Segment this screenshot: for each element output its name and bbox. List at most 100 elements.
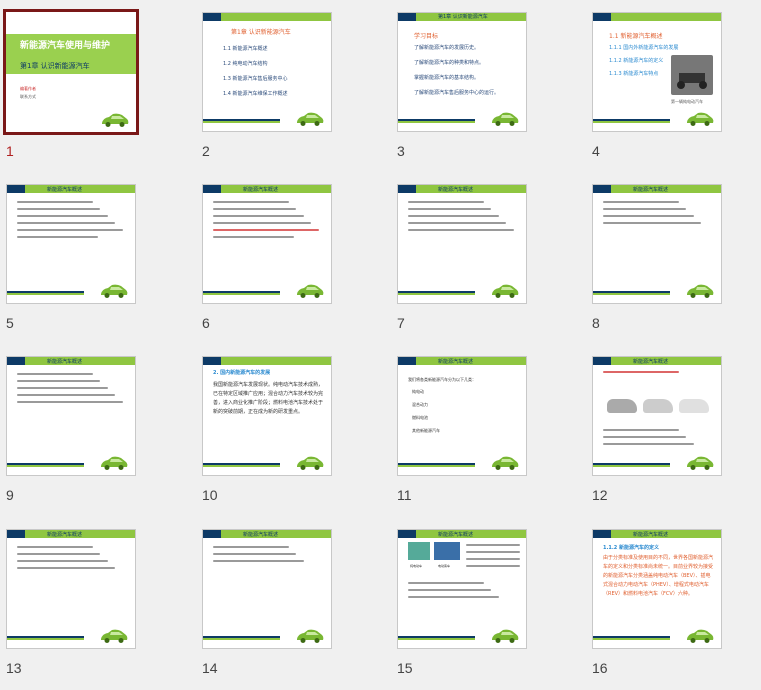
- slide-header-title: 新能源汽车概述: [438, 532, 474, 538]
- slide-number: 2: [202, 143, 210, 159]
- slide-body: 由于分类标准及使用目的不同，世界各国新能源汽车的定义和分类标准尚未统一。目前业界…: [603, 555, 714, 597]
- slide-preview[interactable]: 新能源汽车使用与维护 第1章 认识新能源汽车 编著作者 联系方式: [3, 9, 139, 135]
- green-car-icon: [687, 284, 714, 298]
- bus-photo: [434, 542, 460, 560]
- slide-heading: 第1章 认识新能源汽车: [231, 29, 291, 36]
- slide-preview[interactable]: 新能源汽车概述: [397, 184, 527, 304]
- slide-preview[interactable]: 第1章 认识新能源汽车 1.1 新能源汽车概述 1.2 纯电动汽车结构 1.3 新能源…: [202, 12, 332, 132]
- slide-preview[interactable]: 新能源汽车概述纯电动车 电动客车: [397, 529, 527, 649]
- bullet-item: 1.3 新能源汽车售后服务中心: [223, 76, 288, 82]
- text-lines: [213, 546, 321, 567]
- slide-heading: 1.1.2 新能源汽车的定义: [603, 545, 659, 551]
- slide-preview[interactable]: 新能源汽车概述 我们将各类新能源汽车分为以下几类： 纯电动 混合动力 燃料电池 其他新能源…: [397, 356, 527, 476]
- slide-number: 1: [6, 143, 14, 159]
- slide-preview[interactable]: 新能源汽车概述: [6, 529, 136, 649]
- green-car-icon: [297, 456, 324, 470]
- green-car-icon: [101, 456, 128, 470]
- slide-heading: 学习目标: [414, 33, 439, 40]
- slide-header-bar: 新能源汽车概述: [593, 185, 721, 193]
- text-lines: [17, 373, 125, 408]
- slide-preview[interactable]: 新能源汽车概述: [6, 184, 136, 304]
- slide-number: 14: [202, 660, 218, 676]
- slide-header-title: 新能源汽车概述: [243, 187, 279, 193]
- photo-caption: 纯电动车: [410, 564, 423, 568]
- text-lines: [17, 201, 125, 243]
- bullet-item: 1.2 纯电动汽车结构: [223, 61, 268, 67]
- slide-preview[interactable]: 1.1 新能源汽车概述 1.1.1 国内外新能源汽车的发展 1.1.2 新能源汽车的…: [592, 12, 722, 132]
- text-lines: [603, 429, 711, 450]
- bullet-item: 了解新能源汽车售后服务中心的运行。: [414, 90, 500, 96]
- slide-header-bar: 新能源汽车概述: [398, 530, 526, 538]
- slide-number: 10: [202, 487, 218, 503]
- slide-preview[interactable]: 第1章 认识新能源汽车 学习目标 了解新能源汽车的发展历史。 了解新能源汽车的种类和特…: [397, 12, 527, 132]
- slide-number: 11: [397, 487, 412, 503]
- slide-number: 16: [592, 660, 608, 676]
- green-car-icon: [492, 456, 519, 470]
- bullet-item: 1.1.1 国内外新能源汽车的发展: [609, 45, 679, 51]
- green-car-icon: [492, 629, 519, 643]
- slide-header-title: 新能源汽车概述: [633, 532, 669, 538]
- slide-header-title: 新能源汽车概述: [47, 532, 83, 538]
- green-car-icon: [687, 112, 714, 126]
- slide-header-bar: 新能源汽车概述: [593, 530, 721, 538]
- slide-number: 13: [6, 660, 22, 676]
- bullet-item: 燃料电池: [412, 415, 428, 420]
- text-lines: [213, 201, 321, 243]
- green-car-icon: [687, 456, 714, 470]
- slide-header-bar: 新能源汽车概述: [203, 530, 331, 538]
- slide-header-title: 新能源汽车概述: [633, 187, 669, 193]
- slide-preview[interactable]: 新能源汽车概述: [202, 184, 332, 304]
- bullet-item: 了解新能源汽车的发展历史。: [414, 45, 480, 51]
- slide-header-bar: 新能源汽车概述: [398, 185, 526, 193]
- bullet-item: 1.1.3 新能源汽车特点: [609, 71, 659, 77]
- slide-header-title: 新能源汽车概述: [243, 532, 279, 538]
- slide-preview[interactable]: 新能源汽车概述: [6, 356, 136, 476]
- slide-preview[interactable]: 新能源汽车概述: [202, 529, 332, 649]
- text-lines: [603, 371, 711, 378]
- slide-body: 我国新能源汽车发展现状。纯电动汽车技术成熟，已在特定区域推广应用；混合动力汽车技…: [213, 382, 324, 415]
- slide-number: 4: [592, 143, 600, 159]
- bullet-item: 掌握新能源汽车的基本结构。: [414, 75, 480, 81]
- green-car-icon: [297, 284, 324, 298]
- photo-caption: 电动客车: [438, 564, 451, 568]
- photo-caption: 第一辆纯电动汽车: [671, 99, 703, 104]
- green-car-icon: [101, 284, 128, 298]
- bullet-item: 1.4 新能源汽车维保工作概述: [223, 91, 288, 97]
- deck-title: 新能源汽车使用与维护: [20, 41, 111, 51]
- bullet-item: 纯电动: [412, 389, 424, 394]
- text-lines: [408, 201, 516, 236]
- slide-header-bar: [203, 13, 331, 21]
- slide-number: 3: [397, 143, 405, 159]
- slide-header-bar: [593, 13, 721, 21]
- slide-number: 5: [6, 315, 14, 331]
- slide-header-title: 新能源汽车概述: [633, 359, 669, 365]
- slide-preview[interactable]: 新能源汽车概述: [592, 184, 722, 304]
- car-photo: [679, 399, 709, 413]
- slide-preview[interactable]: 新能源汽车概述 1.1.2 新能源汽车的定义由于分类标准及使用目的不同，世界各国新…: [592, 529, 722, 649]
- slide-heading: 2. 国内新能源汽车的发展: [213, 370, 271, 376]
- green-car-icon: [492, 112, 519, 126]
- slide-thumbnail-grid: 新能源汽车使用与维护 第1章 认识新能源汽车 编著作者 联系方式 1 第1章 认识新能源汽…: [0, 0, 761, 690]
- slide-preview[interactable]: 新能源汽车概述: [592, 356, 722, 476]
- slide-header-bar: 新能源汽车概述: [7, 357, 135, 365]
- slide-heading: 1.1 新能源汽车概述: [609, 33, 663, 40]
- slide-header-bar: 新能源汽车概述: [593, 357, 721, 365]
- green-car-icon: [297, 629, 324, 643]
- slide-header-title: 新能源汽车概述: [47, 187, 83, 193]
- slide-header-bar: 新能源汽车概述: [7, 530, 135, 538]
- slide-header-title: 第1章 认识新能源汽车: [438, 14, 488, 20]
- slide-preview[interactable]: 2. 国内新能源汽车的发展我国新能源汽车发展现状。纯电动汽车技术成熟，已在特定区…: [202, 356, 332, 476]
- green-car-icon: [102, 113, 129, 127]
- bullet-item: 混合动力: [412, 402, 428, 407]
- bullet-item: 其他新能源汽车: [412, 428, 440, 433]
- green-car-icon: [101, 629, 128, 643]
- slide-header-title: 新能源汽车概述: [47, 359, 83, 365]
- slide-header-bar: 新能源汽车概述: [203, 185, 331, 193]
- slide-number: 9: [6, 487, 14, 503]
- slide-header-bar: 新能源汽车概述: [7, 185, 135, 193]
- slide-number: 6: [202, 315, 210, 331]
- vintage-car-photo: [671, 55, 713, 95]
- text-lines: [17, 546, 125, 574]
- slide-number: 12: [592, 487, 608, 503]
- text-lines: [603, 201, 711, 229]
